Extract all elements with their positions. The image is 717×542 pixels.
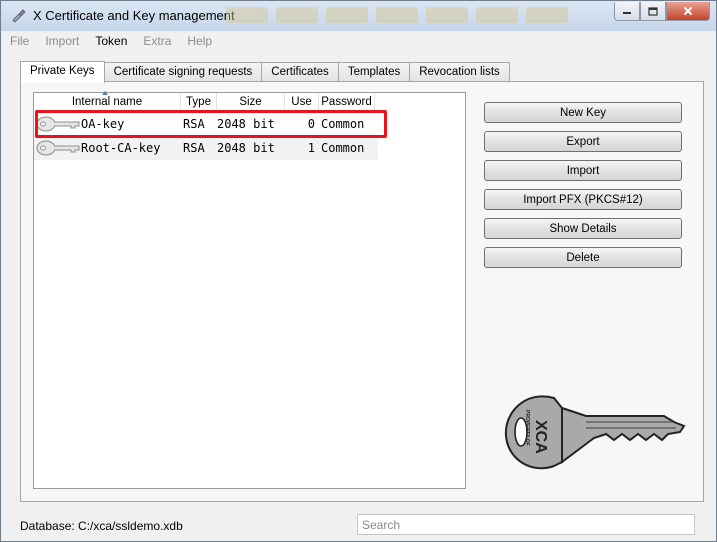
menu-extra[interactable]: Extra [135,32,179,51]
column-password[interactable]: Password [319,93,375,112]
key-icon [36,116,80,132]
import-button[interactable]: Import [484,160,682,181]
table-row[interactable]: Root-CA-key RSA 2048 bit 1 Common [34,136,378,160]
key-name: Root-CA-key [81,141,161,155]
key-size: 2048 bit [217,141,275,155]
new-key-button[interactable]: New Key [484,102,682,123]
maximize-button[interactable] [640,2,666,21]
close-icon [683,6,693,16]
show-details-button[interactable]: Show Details [484,218,682,239]
sort-ascending-icon [102,91,108,95]
table-row[interactable]: OA-key RSA 2048 bit 0 Common [34,112,378,136]
menu-help[interactable]: Help [179,32,220,51]
tab-certificates[interactable]: Certificates [261,62,339,82]
background-taskbar-ghost [226,5,606,25]
menu-import[interactable]: Import [37,32,87,51]
window-title: X Certificate and Key management [33,8,235,23]
keys-table[interactable]: Internal name Type Size Use Password OA-… [33,91,466,489]
app-icon [12,9,26,23]
tab-bar: Private Keys Certificate signing request… [20,61,510,83]
key-icon [36,140,80,156]
search-input[interactable] [357,514,695,535]
maximize-icon [648,6,658,16]
title-bar: X Certificate and Key management [1,1,716,31]
database-path: Database: C:/xca/ssldemo.xdb [20,519,183,533]
key-type: RSA [183,141,205,155]
export-button[interactable]: Export [484,131,682,152]
minimize-icon [623,12,631,14]
key-use: 0 [307,117,315,131]
close-button[interactable] [666,2,710,21]
minimize-button[interactable] [614,2,640,21]
import-pfx-button[interactable]: Import PFX (PKCS#12) [484,189,682,210]
window-controls [614,2,710,21]
key-password: Common [321,141,365,155]
menu-bar: File Import Token Extra Help [2,32,715,51]
main-window: X Certificate and Key management File Im… [0,0,717,542]
key-password: Common [321,117,365,131]
tab-revocation-lists[interactable]: Revocation lists [409,62,510,82]
private-keys-panel: Internal name Type Size Use Password OA-… [20,81,704,502]
key-name: OA-key [81,117,125,131]
menu-token[interactable]: Token [87,32,135,51]
xca-logo-text: XCA [532,420,549,454]
column-use[interactable]: Use [285,93,319,112]
delete-button[interactable]: Delete [484,247,682,268]
tab-private-keys[interactable]: Private Keys [20,61,105,83]
column-size[interactable]: Size [217,93,285,112]
column-internal-name[interactable]: Internal name [34,91,181,112]
key-use: 1 [307,141,315,155]
tab-certificate-signing-requests[interactable]: Certificate signing requests [103,62,263,82]
column-type[interactable]: Type [181,93,217,112]
status-bar: Database: C:/xca/ssldemo.xdb [2,509,715,541]
key-size: 2048 bit [217,117,275,131]
key-type: RSA [183,117,205,131]
xca-key-logo: XCA PROPERTY OF [504,395,686,470]
tab-templates[interactable]: Templates [337,62,411,82]
table-header: Internal name Type Size Use Password [34,91,465,112]
property-of-text: PROPERTY OF [524,410,530,446]
menu-file[interactable]: File [2,32,37,51]
